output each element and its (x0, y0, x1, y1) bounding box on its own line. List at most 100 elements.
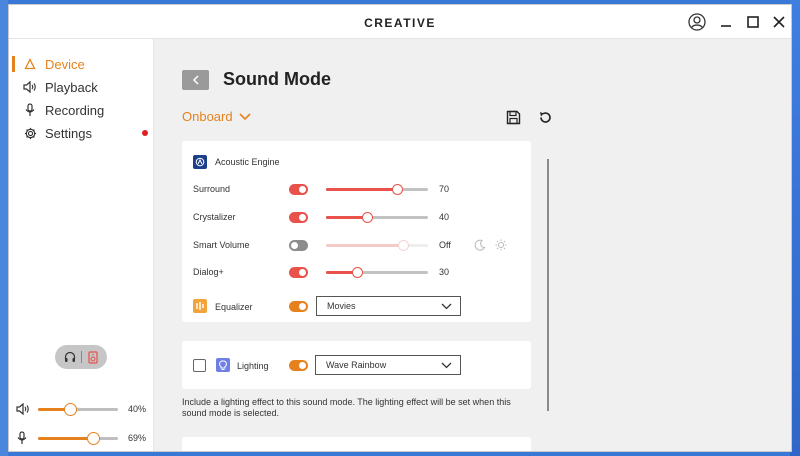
account-button[interactable] (688, 13, 706, 31)
sidebar-item-device[interactable]: Device (9, 53, 154, 75)
desktop-background (0, 0, 8, 456)
feature-label: Crystalizer (193, 212, 236, 222)
sidebar-item-label: Recording (45, 102, 105, 118)
slider-handle[interactable] (87, 431, 101, 445)
chevron-down-icon (441, 362, 452, 368)
mic-volume-control: 69% (16, 430, 151, 446)
equalizer-icon (193, 299, 207, 313)
next-section-card (182, 437, 531, 451)
mic-volume-slider[interactable] (38, 431, 118, 445)
sidebar-item-label: Settings (45, 125, 92, 141)
lighting-effect-dropdown[interactable]: Wave Rainbow (315, 355, 461, 375)
night-mode-icon[interactable] (474, 239, 486, 251)
chevron-down-icon (441, 303, 452, 309)
sidebar-item-settings[interactable]: Settings (9, 122, 154, 144)
feature-value: 40 (439, 212, 450, 222)
slider-handle[interactable] (392, 184, 404, 195)
slider-handle[interactable] (64, 402, 77, 416)
feature-row-surround: Surround 70 (193, 181, 523, 197)
dialog-plus-toggle[interactable] (289, 267, 308, 278)
minimize-button[interactable] (717, 13, 735, 31)
speaker-icon (16, 402, 30, 416)
user-icon (688, 13, 706, 31)
lighting-effect-value: Wave Rainbow (326, 360, 387, 370)
mic-volume-value: 69% (128, 433, 147, 443)
surround-toggle[interactable] (289, 184, 308, 195)
back-button[interactable] (182, 70, 209, 90)
equalizer-toggle[interactable] (289, 301, 308, 312)
feature-value: 70 (439, 184, 450, 194)
acoustic-engine-card: Acoustic Engine Surround 70 Crystalizer … (182, 141, 531, 322)
brand-logo: CREATIVE (364, 16, 436, 30)
microphone-icon (23, 103, 37, 117)
maximize-icon (747, 16, 759, 28)
active-indicator (12, 56, 15, 72)
equalizer-preset-dropdown[interactable]: Movies (316, 296, 461, 316)
notification-dot (142, 130, 148, 136)
slider-handle[interactable] (361, 212, 373, 223)
scrollbar[interactable] (547, 159, 549, 411)
crystalizer-toggle[interactable] (289, 212, 308, 223)
reset-button[interactable] (536, 108, 554, 126)
output-device-switch[interactable] (55, 345, 107, 369)
minimize-icon (721, 25, 731, 27)
save-button[interactable] (504, 108, 522, 126)
acoustic-engine-icon (193, 155, 207, 169)
profile-label: Onboard (182, 109, 233, 124)
equalizer-preset-value: Movies (327, 301, 356, 311)
feature-row-crystalizer: Crystalizer 40 (193, 209, 523, 225)
output-volume-slider[interactable] (38, 402, 118, 416)
smart-volume-slider (326, 240, 428, 251)
sidebar-item-playback[interactable]: Playback (9, 76, 154, 98)
acoustic-engine-title: Acoustic Engine (215, 157, 280, 167)
close-button[interactable] (770, 13, 788, 31)
feature-value: Off (439, 240, 451, 250)
feature-label: Smart Volume (193, 240, 250, 250)
acoustic-engine-header: Acoustic Engine (193, 155, 280, 169)
output-volume-control: 40% (16, 401, 151, 417)
sidebar-item-recording[interactable]: Recording (9, 99, 154, 121)
main-content: Sound Mode Onboard Acoustic Engine Surro… (155, 39, 791, 451)
sidebar: Device Playback Recording Settings 40% 6… (9, 39, 154, 451)
equalizer-row: Equalizer Movies (193, 296, 523, 316)
feature-value: 30 (439, 267, 450, 277)
close-icon (773, 16, 785, 28)
day-mode-icon[interactable] (495, 239, 507, 251)
output-volume-value: 40% (128, 404, 147, 414)
equalizer-label: Equalizer (215, 302, 253, 312)
lighting-toggle[interactable] (289, 360, 308, 371)
gear-icon (23, 126, 37, 140)
speaker-icon (23, 80, 37, 94)
smart-volume-toggle[interactable] (289, 240, 308, 251)
lighting-label: Lighting (237, 361, 269, 371)
dialog-plus-slider[interactable] (326, 267, 428, 278)
feature-label: Surround (193, 184, 231, 194)
profile-dropdown[interactable]: Onboard (182, 109, 251, 124)
chevron-down-icon (239, 112, 251, 120)
slider-handle[interactable] (351, 267, 363, 278)
slider-handle (397, 240, 409, 251)
feature-row-smart-volume: Smart Volume Off (193, 237, 523, 253)
lighting-checkbox[interactable] (193, 359, 206, 372)
app-window: CREATIVE Device Playback Recording Setti… (8, 4, 792, 452)
headphones-icon (64, 351, 75, 362)
microphone-icon (16, 431, 30, 445)
lighting-note: Include a lighting effect to this sound … (182, 397, 511, 418)
speaker-triangle-icon (23, 57, 37, 71)
page-title: Sound Mode (223, 69, 331, 89)
sidebar-item-label: Device (45, 56, 85, 72)
maximize-button[interactable] (744, 13, 762, 31)
undo-icon (539, 111, 551, 123)
feature-row-dialog-plus: Dialog+ 30 (193, 264, 523, 280)
sidebar-item-label: Playback (45, 79, 98, 95)
lighting-card: Lighting Wave Rainbow (182, 341, 531, 389)
lighting-row: Lighting Wave Rainbow (193, 355, 523, 375)
crystalizer-slider[interactable] (326, 212, 428, 223)
title-bar: CREATIVE (9, 5, 791, 39)
save-icon (506, 110, 520, 124)
chevron-left-icon (192, 75, 199, 85)
surround-slider[interactable] (326, 184, 428, 195)
feature-label: Dialog+ (193, 267, 224, 277)
lightbulb-icon (216, 358, 230, 372)
speaker-device-icon (88, 350, 98, 364)
